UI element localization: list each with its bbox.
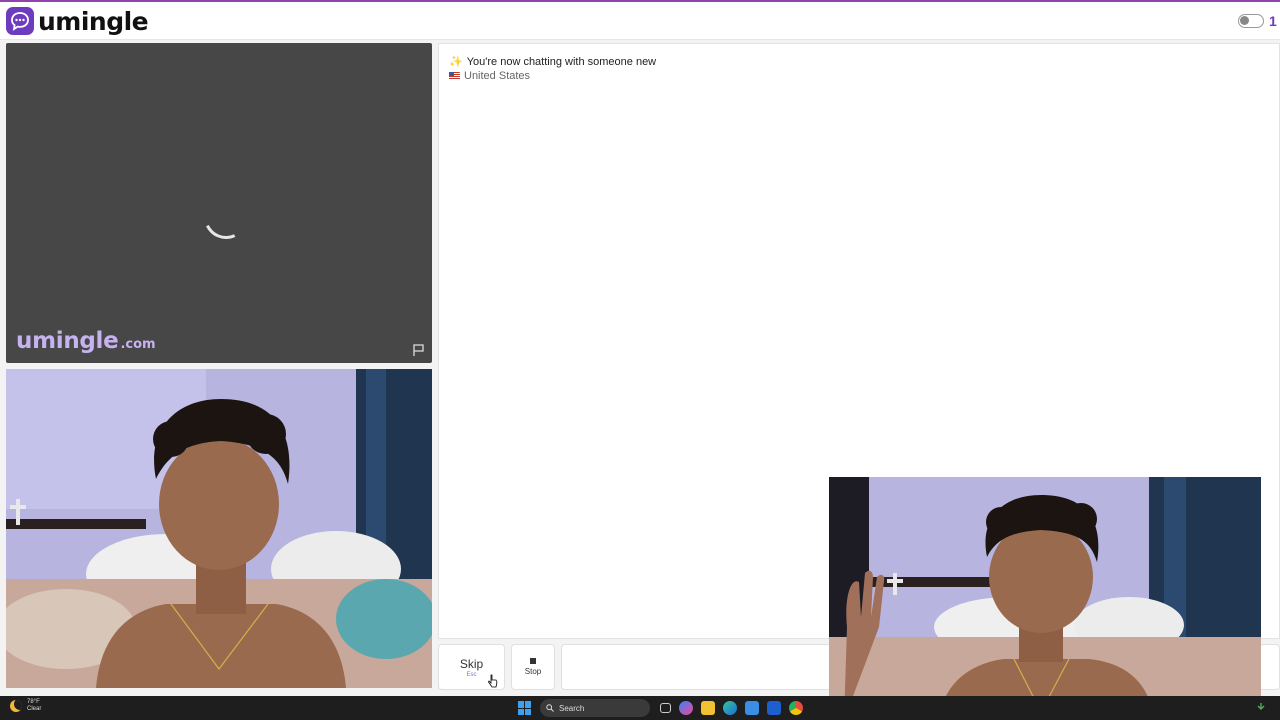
watermark-main: umingle — [16, 328, 119, 354]
stop-button[interactable]: Stop — [511, 644, 555, 690]
video-watermark: umingle .com — [16, 328, 156, 354]
search-label: Search — [559, 703, 585, 713]
search-icon — [546, 704, 554, 712]
loading-spinner-icon — [197, 188, 255, 246]
taskbar-center: Search — [518, 699, 807, 717]
os-taskbar: 78°F Clear Search — [0, 696, 1280, 720]
stop-icon — [530, 658, 536, 664]
moon-weather-icon — [10, 700, 22, 712]
taskbar-search[interactable]: Search — [540, 699, 650, 717]
stranger-video: umingle .com — [6, 43, 432, 363]
app-icon[interactable] — [767, 701, 781, 715]
file-explorer-icon[interactable] — [701, 701, 715, 715]
camera-feed-image — [6, 369, 432, 688]
chat-bubble-icon — [6, 7, 34, 35]
flag-report-icon[interactable] — [412, 343, 426, 357]
logo[interactable]: umingle — [6, 6, 149, 36]
chrome-browser-icon[interactable] — [789, 701, 803, 715]
watermark-domain: .com — [120, 337, 156, 352]
task-view-icon[interactable] — [660, 703, 671, 713]
store-icon[interactable] — [745, 701, 759, 715]
tray-arrow-icon[interactable] — [1256, 702, 1266, 712]
skip-label: Skip — [459, 656, 484, 671]
weather-desc: Clear — [27, 706, 42, 712]
header-bar: umingle 1 — [0, 2, 1280, 40]
self-camera-video — [6, 369, 432, 688]
toggle-switch-icon[interactable] — [1238, 14, 1264, 28]
us-flag-icon — [449, 72, 460, 80]
weather-temp: 78°F — [27, 699, 40, 705]
sparkles-icon: ✨ — [449, 56, 463, 68]
chat-status-message: ✨ You're now chatting with someone new — [449, 55, 657, 69]
windows-start-icon[interactable] — [518, 701, 532, 715]
mouse-cursor-icon — [488, 674, 498, 688]
weather-widget[interactable]: 78°F Clear — [10, 699, 41, 713]
pip-camera-feed-image — [829, 477, 1261, 720]
skip-shortcut: Esc — [466, 671, 477, 678]
stop-label: Stop — [524, 667, 542, 676]
stranger-country: United States — [449, 70, 530, 82]
status-text: You're now chatting with someone new — [466, 55, 657, 68]
edge-browser-icon[interactable] — [723, 701, 737, 715]
online-count: 1 — [1269, 13, 1277, 29]
country-text: United States — [464, 70, 531, 82]
copilot-icon[interactable] — [679, 701, 693, 715]
picture-in-picture-video[interactable] — [829, 477, 1261, 720]
logo-text: umingle — [38, 6, 149, 36]
